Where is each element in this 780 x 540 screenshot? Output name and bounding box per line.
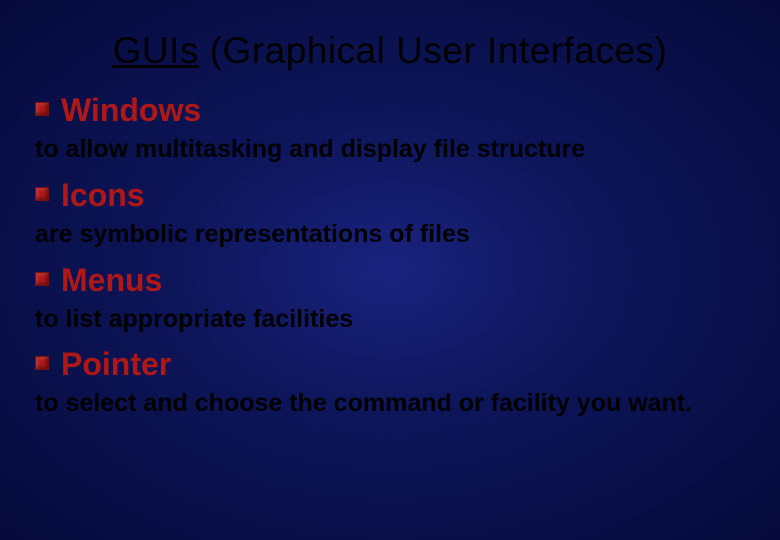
bullet-heading: Icons xyxy=(61,177,145,214)
slide-title: GUIs (Graphical User Interfaces) xyxy=(35,30,745,72)
bullet-description: to list appropriate facilities xyxy=(35,303,745,337)
bullet-description: to select and choose the command or faci… xyxy=(35,387,745,421)
bullet-item: Icons xyxy=(35,177,745,214)
title-expansion: (Graphical User Interfaces) xyxy=(199,30,667,71)
slide-content: GUIs (Graphical User Interfaces) Windows… xyxy=(0,0,780,459)
bullet-marker-icon xyxy=(35,272,49,286)
bullet-item: Menus xyxy=(35,262,745,299)
title-acronym: GUIs xyxy=(113,30,199,71)
bullet-marker-icon xyxy=(35,356,49,370)
bullet-heading: Windows xyxy=(61,92,201,129)
bullet-description: to allow multitasking and display file s… xyxy=(35,133,745,167)
bullet-marker-icon xyxy=(35,102,49,116)
bullet-description: are symbolic representations of files xyxy=(35,218,745,252)
bullet-heading: Menus xyxy=(61,262,162,299)
bullet-item: Pointer xyxy=(35,346,745,383)
bullet-item: Windows xyxy=(35,92,745,129)
bullet-marker-icon xyxy=(35,187,49,201)
bullet-heading: Pointer xyxy=(61,346,171,383)
